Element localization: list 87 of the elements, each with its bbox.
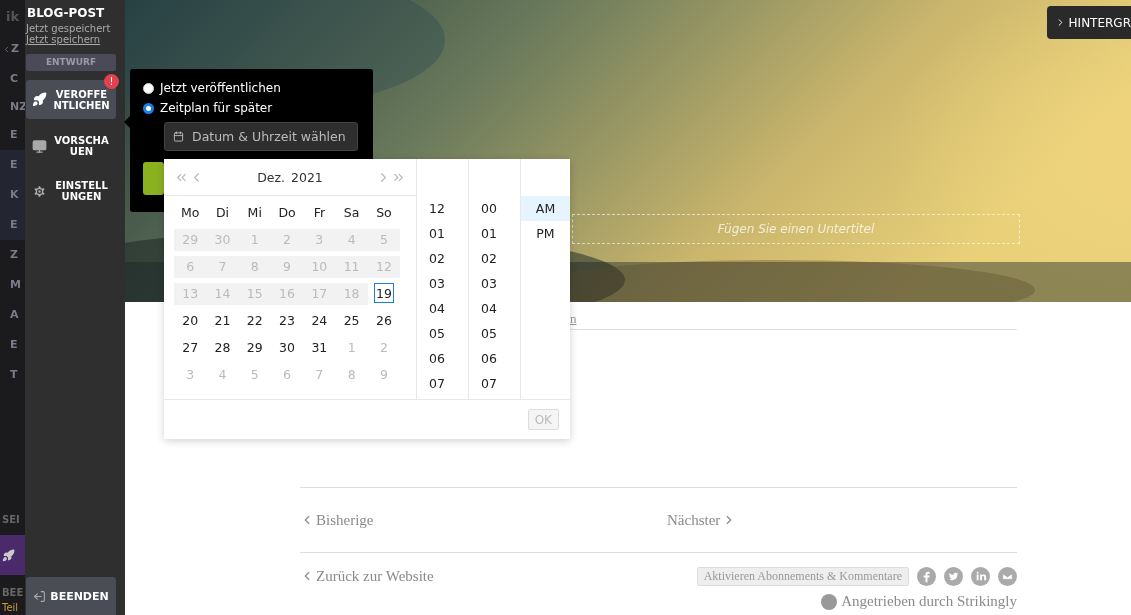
envelope-icon[interactable]: [998, 566, 1017, 586]
radio-option[interactable]: Zeitplan für später: [143, 101, 373, 115]
weekday-label: Mo: [179, 204, 201, 222]
hour-option[interactable]: 06: [417, 346, 468, 371]
day-cell[interactable]: 23: [277, 311, 298, 331]
menu-item[interactable]: C: [0, 64, 25, 94]
back-link[interactable]: Zurück zur Website: [300, 567, 434, 585]
facebook-icon[interactable]: [917, 566, 936, 586]
hour-option[interactable]: 04: [417, 296, 468, 321]
period-option[interactable]: PM: [521, 221, 570, 246]
next-link[interactable]: Nächster: [667, 511, 737, 529]
month-label[interactable]: Dez.: [257, 169, 285, 185]
minute-option[interactable]: 03: [469, 271, 520, 296]
menu-item[interactable]: A: [0, 300, 25, 330]
day-cell[interactable]: 27: [180, 338, 201, 358]
exit-icon: [33, 589, 47, 603]
day-cell[interactable]: 21: [212, 311, 233, 331]
sidebar-button[interactable]: EINSTELL UNGEN: [26, 173, 116, 209]
footer-link[interactable]: Teil: [0, 600, 25, 615]
rocket-icon: [32, 92, 47, 107]
menu-item[interactable]: E: [0, 330, 25, 360]
menu-item[interactable]: Z: [0, 34, 25, 64]
footer-label: BEE: [1, 586, 25, 600]
sidebar-title: BLOG-POST: [27, 6, 106, 20]
day-cell[interactable]: 29: [244, 338, 265, 358]
chevron-left-icon: [2, 44, 11, 54]
date-time-field[interactable]: Datum & Uhrzeit wählen: [164, 122, 358, 151]
weekday-label: Do: [277, 204, 297, 222]
hour-option[interactable]: 03: [417, 271, 468, 296]
menu-item[interactable]: E: [0, 120, 25, 150]
weekday-label: Sa: [342, 204, 361, 222]
previous-link[interactable]: Bisherige: [300, 511, 667, 529]
day-cell[interactable]: 31: [309, 338, 330, 358]
bird-icon[interactable]: [944, 566, 963, 586]
minute-option[interactable]: 00: [469, 196, 520, 221]
minute-option[interactable]: 01: [469, 221, 520, 246]
day-cell[interactable]: 25: [341, 311, 362, 331]
hour-option[interactable]: 12: [417, 196, 468, 221]
radio-option[interactable]: Jetzt veröffentlichen: [143, 81, 373, 95]
weekday-label: So: [375, 204, 393, 222]
hour-option[interactable]: 01: [417, 221, 468, 246]
alert-badge: !: [104, 74, 119, 89]
powered-by-text[interactable]: Angetrieben durch Strikingly: [821, 593, 1017, 610]
day-cell[interactable]: 28: [212, 338, 233, 358]
sidebar-button[interactable]: VORSCHA UEN: [26, 128, 116, 164]
day-cell[interactable]: 20: [180, 311, 201, 331]
day-cell[interactable]: 30: [277, 338, 298, 358]
linkedin-icon[interactable]: [971, 566, 990, 586]
gear-icon: [32, 183, 47, 199]
subscribe-button[interactable]: Aktivieren Abonnements & Kommentare: [696, 566, 909, 586]
day-cell[interactable]: 26: [373, 311, 394, 331]
launch-tile[interactable]: [0, 535, 25, 575]
logo-fragment: ik: [5, 8, 21, 26]
exit-button[interactable]: BEENDEN: [26, 577, 116, 615]
calendar-icon: [173, 131, 184, 142]
hour-option[interactable]: 07: [417, 371, 468, 396]
minute-option[interactable]: 06: [469, 346, 520, 371]
rocket-icon: [2, 548, 15, 562]
confirm-button[interactable]: [143, 162, 164, 195]
brand-logo-icon: [821, 593, 838, 610]
weekday-label: Fr: [312, 204, 327, 222]
save-link[interactable]: Jetzt speichern: [26, 34, 116, 45]
day-cell[interactable]: 19: [373, 283, 394, 303]
menu-item[interactable]: Z: [0, 240, 25, 270]
year-label[interactable]: 2021: [291, 169, 323, 185]
background-button[interactable]: HINTERGR: [1046, 6, 1131, 39]
draft-badge: ENTWURF: [26, 54, 116, 71]
link-fragment[interactable]: n: [570, 311, 1017, 329]
day-cell[interactable]: 24: [309, 311, 330, 331]
minute-option[interactable]: 07: [469, 371, 520, 396]
menu-item[interactable]: K: [0, 180, 25, 210]
day-cell[interactable]: 22: [244, 311, 265, 331]
menu-item[interactable]: E: [0, 210, 25, 240]
minute-option[interactable]: 04: [469, 296, 520, 321]
menu-item[interactable]: M: [0, 270, 25, 300]
monitor-icon: [32, 138, 47, 154]
weekday-label: Mi: [246, 204, 263, 222]
weekday-label: Di: [214, 204, 230, 222]
period-option[interactable]: AM: [521, 196, 570, 221]
menu-item[interactable]: T: [0, 360, 25, 390]
menu-item[interactable]: E: [0, 150, 25, 180]
hour-option[interactable]: 02: [417, 246, 468, 271]
section-label: SEI: [1, 513, 21, 527]
minute-option[interactable]: 05: [469, 321, 520, 346]
save-status: Jetzt gespeichert: [26, 23, 112, 34]
minute-option[interactable]: 02: [469, 246, 520, 271]
hour-option[interactable]: 05: [417, 321, 468, 346]
